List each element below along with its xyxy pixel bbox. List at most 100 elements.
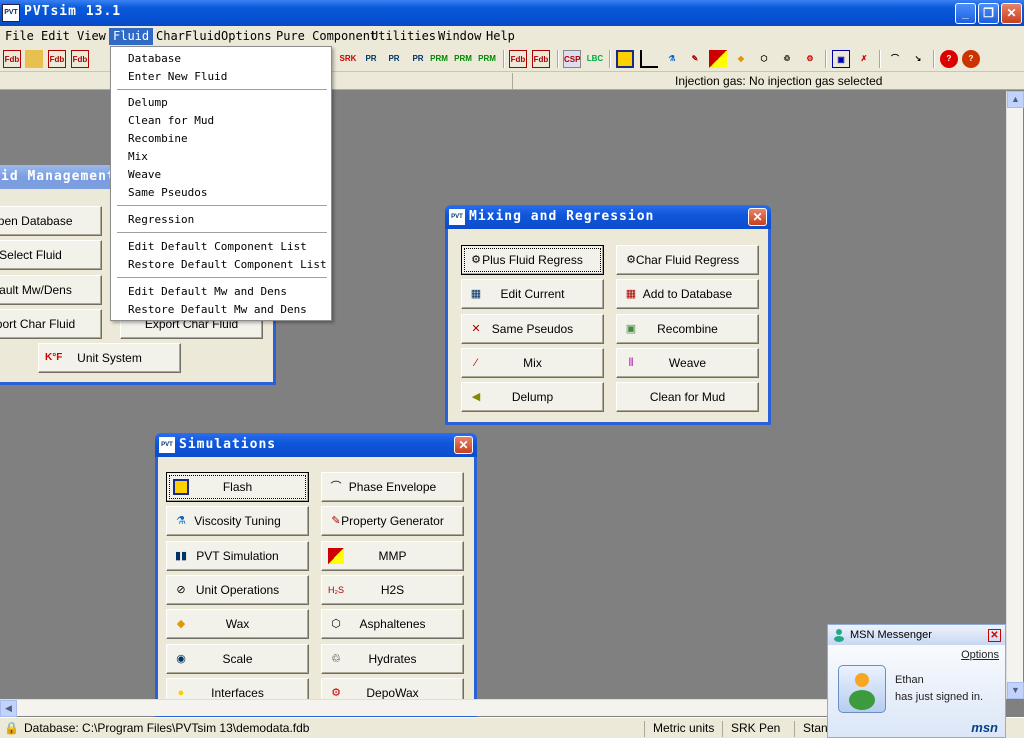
menu-item-weave[interactable]: Weave (128, 167, 161, 183)
toolbar-fdb4-icon[interactable]: Fdb (509, 50, 527, 68)
toolbar-pr2-icon[interactable]: PR (385, 50, 403, 68)
whats-this-help-icon[interactable]: ? (962, 50, 980, 68)
scroll-left-icon[interactable]: ◀ (0, 700, 17, 717)
toolbar-pointer-icon[interactable]: ↘ (909, 50, 927, 68)
toolbar-pr3-icon[interactable]: PR (409, 50, 427, 68)
toolbar-fdb5-icon[interactable]: Fdb (532, 50, 550, 68)
toolbar-depowax-icon[interactable]: ⚙ (801, 50, 819, 68)
menu-item-edit-default-mw-dens[interactable]: Edit Default Mw and Dens (128, 284, 287, 300)
toolbar-fdb-icon[interactable]: Fdb (3, 50, 21, 68)
menu-item-enter-new-fluid[interactable]: Enter New Fluid (128, 69, 227, 85)
same-pseudos-button[interactable]: ✕ Same Pseudos (461, 314, 604, 344)
add-to-database-button[interactable]: ▦ Add to Database (616, 279, 759, 309)
toolbar-prm2-icon[interactable]: PRM (454, 50, 472, 68)
asphaltenes-button[interactable]: ⬡ Asphaltenes (321, 609, 464, 639)
property-generator-button[interactable]: ✎ Property Generator (321, 506, 464, 536)
msn-close-button[interactable]: ✕ (988, 629, 1001, 642)
toolbar-property-icon[interactable]: ✎ (686, 50, 704, 68)
menu-charfluid[interactable]: CharFluid (152, 28, 225, 45)
flash-button[interactable]: Flash (166, 472, 309, 502)
help-icon[interactable]: ? (940, 50, 958, 68)
menu-utilities[interactable]: Utilities (367, 28, 440, 45)
menu-item-database[interactable]: Database (128, 51, 181, 67)
toolbar-flash-icon[interactable] (616, 50, 634, 68)
menu-options[interactable]: Options (217, 28, 276, 45)
toolbar-prm3-icon[interactable]: PRM (478, 50, 496, 68)
msn-person-icon (849, 673, 875, 710)
import-char-fluid-button[interactable]: mport Char Fluid (0, 309, 102, 339)
unit-operations-button[interactable]: ⊘ Unit Operations (166, 575, 309, 605)
simulations-titlebar[interactable]: PVT Simulations ✕ (155, 433, 477, 457)
toolbar-prm-icon[interactable]: PRM (430, 50, 448, 68)
menu-item-restore-default-mw-dens[interactable]: Restore Default Mw and Dens (128, 302, 307, 318)
menu-item-restore-default-component-list[interactable]: Restore Default Component List (128, 257, 327, 273)
menu-item-clean-for-mud[interactable]: Clean for Mud (128, 113, 214, 129)
recombine-button[interactable]: ▣ Recombine (616, 314, 759, 344)
viscosity-tuning-button[interactable]: ⚗ Viscosity Tuning (166, 506, 309, 536)
mmp-button[interactable]: MMP (321, 541, 464, 571)
menu-view[interactable]: View (73, 28, 110, 45)
menu-item-recombine[interactable]: Recombine (128, 131, 188, 147)
default-mw-dens-button[interactable]: efault Mw/Dens (0, 275, 102, 305)
toolbar-fdb3-icon[interactable]: Fdb (71, 50, 89, 68)
toolbar-fdb2-icon[interactable]: Fdb (48, 50, 66, 68)
select-fluid-button[interactable]: Select Fluid (0, 240, 102, 270)
toolbar-pr-icon[interactable]: PR (362, 50, 380, 68)
toolbar-open-icon[interactable] (25, 50, 43, 68)
pvt-simulation-button[interactable]: ▮▮ PVT Simulation (166, 541, 309, 571)
mix-button[interactable]: ⁄ Mix (461, 348, 604, 378)
scroll-down-icon[interactable]: ▼ (1007, 682, 1024, 699)
toolbar-lbc-icon[interactable]: LBC (586, 50, 604, 68)
menu-item-edit-default-component-list[interactable]: Edit Default Component List (128, 239, 307, 255)
open-database-button[interactable]: Open Database (0, 206, 102, 236)
menu-pure-component[interactable]: Pure Component (272, 28, 381, 45)
scroll-up-icon[interactable]: ▲ (1007, 91, 1024, 108)
unit-system-button[interactable]: K°F Unit System (38, 343, 181, 373)
vertical-scrollbar[interactable]: ▲ ▼ (1006, 91, 1024, 699)
mixing-regression-close-button[interactable]: ✕ (748, 208, 767, 226)
char-fluid-regress-button[interactable]: ⚙ Char Fluid Regress (616, 245, 759, 275)
menu-edit[interactable]: Edit (37, 28, 74, 45)
pvtsim-app-icon[interactable]: PVT (2, 4, 20, 22)
mixing-regression-titlebar[interactable]: PVT Mixing and Regression ✕ (445, 205, 771, 229)
clean-for-mud-button[interactable]: Clean for Mud (616, 382, 759, 412)
h2s-button[interactable]: H₂S H2S (321, 575, 464, 605)
toolbar-monitor-icon[interactable]: ▣ (832, 50, 850, 68)
menu-item-delump[interactable]: Delump (128, 95, 168, 111)
toolbar-hydrates-icon[interactable]: ♲ (778, 50, 796, 68)
msn-notification[interactable]: MSN Messenger ✕ Options Ethan has just s… (827, 624, 1006, 738)
toolbar-wax-icon[interactable]: ◆ (732, 50, 750, 68)
close-button[interactable]: ✕ (1001, 3, 1022, 24)
wax-button[interactable]: ◆ Wax (166, 609, 309, 639)
toolbar-curve-icon[interactable]: ⌒ (886, 50, 904, 68)
menu-item-regression[interactable]: Regression (128, 212, 194, 228)
simulations-close-button[interactable]: ✕ (454, 436, 473, 454)
menu-item-same-pseudos[interactable]: Same Pseudos (128, 185, 207, 201)
menu-separator (117, 277, 327, 278)
phase-envelope-button[interactable]: ⌒ Phase Envelope (321, 472, 464, 502)
toolbar-mmp-icon[interactable] (709, 50, 727, 68)
menu-fluid[interactable]: Fluid (109, 28, 154, 45)
weave-button[interactable]: ⦀ Weave (616, 348, 759, 378)
toolbar-srk-icon[interactable]: SRK (339, 50, 357, 68)
delump-button[interactable]: ◀ Delump (461, 382, 604, 412)
hydrates-button[interactable]: ♲ Hydrates (321, 644, 464, 674)
edit-current-button[interactable]: ▦ Edit Current (461, 279, 604, 309)
toolbar-csp-icon[interactable]: CSP (563, 50, 581, 68)
toolbar-asphaltenes-icon[interactable]: ⬡ (755, 50, 773, 68)
menu-file[interactable]: File (1, 28, 38, 45)
menu-window[interactable]: Window (434, 28, 485, 45)
toolbar-chart-icon[interactable]: ✗ (855, 50, 873, 68)
msn-options-link[interactable]: Options (961, 649, 999, 661)
toolbar-db-icon[interactable] (93, 50, 111, 68)
plus-fluid-regress-button[interactable]: ⚙ Plus Fluid Regress (461, 245, 604, 275)
weave-icon: ⦀ (628, 357, 634, 369)
toolbar-viscosity-icon[interactable]: ⚗ (663, 50, 681, 68)
menu-help[interactable]: Help (482, 28, 519, 45)
minimize-button[interactable]: _ (955, 3, 976, 24)
toolbar-phase-envelope-icon[interactable] (640, 50, 658, 68)
simulations-title: Simulations (179, 437, 277, 452)
menu-item-mix[interactable]: Mix (128, 149, 148, 165)
scale-button[interactable]: ◉ Scale (166, 644, 309, 674)
restore-button[interactable]: ❐ (978, 3, 999, 24)
